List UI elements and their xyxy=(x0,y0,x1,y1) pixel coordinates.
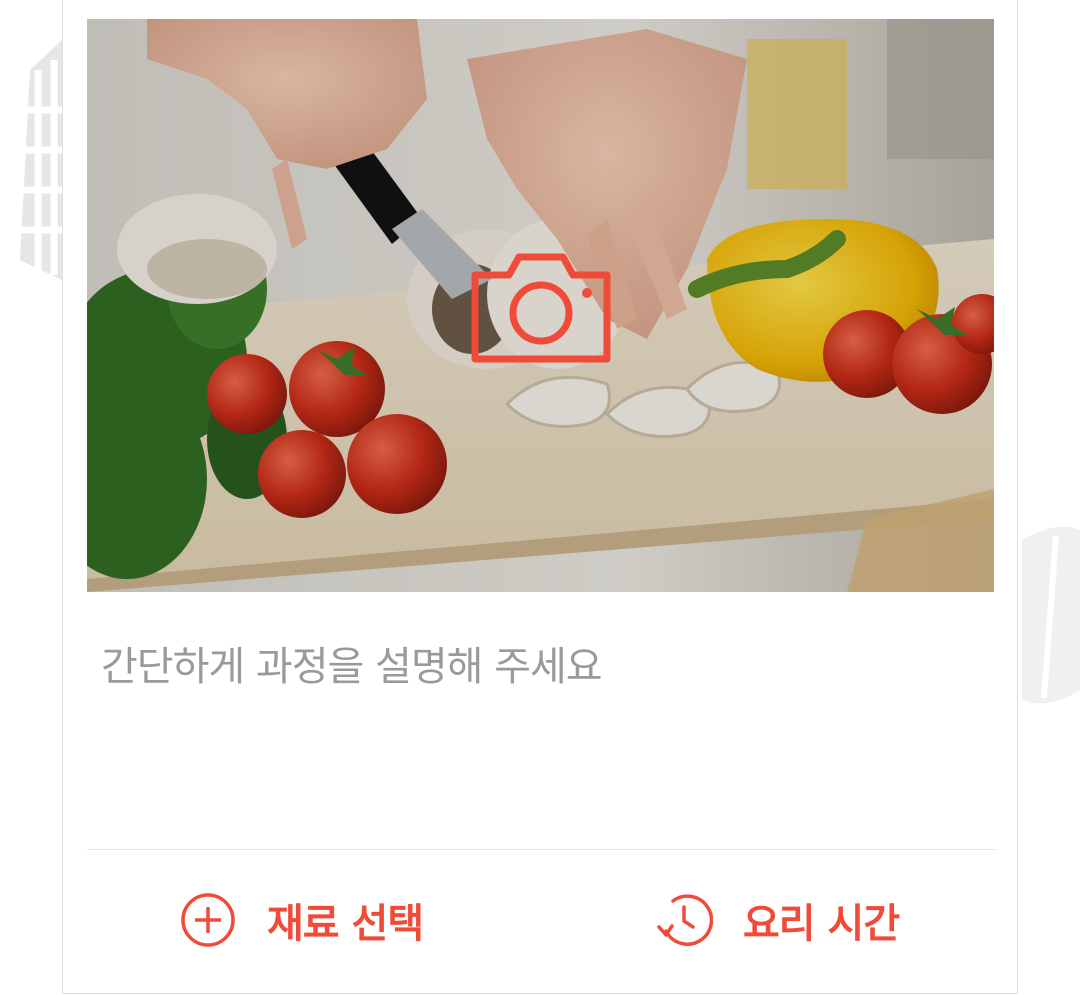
action-divider xyxy=(87,849,995,850)
cooking-time-label: 요리 시간 xyxy=(743,901,900,947)
camera-upload-button[interactable] xyxy=(469,251,613,365)
select-ingredients-button[interactable]: 재료 선택 xyxy=(179,888,424,952)
camera-icon xyxy=(471,253,611,363)
recipe-step-card: 간단하게 과정을 설명해 주세요 재료 선택 요리 시간 xyxy=(62,0,1018,994)
step-photo[interactable] xyxy=(87,19,994,592)
plus-circle-icon xyxy=(181,893,235,947)
select-ingredients-label: 재료 선택 xyxy=(267,901,424,947)
step-description-input[interactable]: 간단하게 과정을 설명해 주세요 xyxy=(101,634,603,692)
cooking-time-button[interactable]: 요리 시간 xyxy=(655,888,900,952)
background-decoration-right xyxy=(1022,526,1080,704)
clock-history-icon xyxy=(657,894,713,946)
background-decoration-left xyxy=(14,40,66,280)
